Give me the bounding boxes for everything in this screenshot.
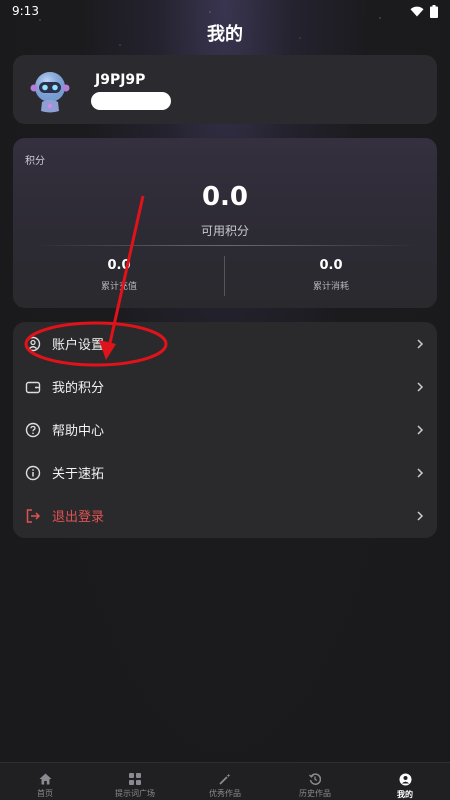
tab-mine[interactable]: 我的	[360, 763, 450, 800]
recharge-value: 0.0	[107, 258, 131, 273]
chevron-right-icon	[417, 338, 424, 349]
magic-wand-icon	[218, 773, 230, 785]
consumed-stat: 0.0 累计消耗	[225, 258, 437, 292]
recharge-stat: 0.0 累计充值	[13, 258, 225, 292]
history-icon	[309, 773, 321, 785]
chevron-right-icon	[417, 467, 424, 478]
battery-icon	[430, 4, 438, 18]
page-title: 我的	[207, 24, 243, 45]
points-divider	[27, 245, 423, 246]
menu-item-label: 账户设置	[52, 338, 105, 353]
available-points-value: 0.0	[201, 182, 249, 212]
menu-item-help-center[interactable]: 帮助中心	[13, 408, 437, 451]
wallet-icon	[25, 379, 41, 395]
wifi-icon	[410, 6, 424, 16]
tab-label: 我的	[397, 790, 413, 799]
menu-item-label: 关于速拓	[52, 467, 105, 482]
available-points-label: 可用积分	[200, 224, 249, 238]
consumed-value: 0.0	[319, 258, 343, 273]
menu-item-label: 退出登录	[52, 510, 105, 525]
consumed-label: 累计消耗	[312, 282, 349, 292]
menu-item-label: 我的积分	[52, 381, 105, 396]
chevron-right-icon	[417, 381, 424, 392]
username: J9PJ9P	[95, 72, 146, 88]
logout-icon	[25, 508, 41, 524]
menu-item-logout[interactable]: 退出登录	[13, 494, 437, 537]
menu-item-label: 帮助中心	[52, 424, 105, 439]
tab-featured-works[interactable]: 优秀作品	[180, 763, 270, 800]
help-circle-icon	[25, 422, 41, 438]
tab-label: 历史作品	[299, 789, 331, 798]
menu-item-account-settings[interactable]: 账户设置	[13, 322, 437, 365]
user-gear-icon	[25, 336, 41, 352]
profile-card[interactable]: J9PJ9P	[13, 55, 437, 124]
status-time: 9:13	[12, 4, 39, 18]
status-icons	[410, 4, 438, 18]
menu-card: 账户设置 我的积分 帮助中心 关于速拓 退出登录	[13, 322, 437, 538]
tab-label: 首页	[37, 789, 53, 798]
profile-icon	[399, 773, 411, 786]
chevron-right-icon	[417, 510, 424, 521]
robot-avatar[interactable]	[25, 65, 75, 115]
tab-label: 提示词广场	[115, 789, 155, 798]
tab-label: 优秀作品	[209, 789, 241, 798]
redacted-name-pill	[91, 92, 171, 110]
points-card: 积分 0.0 可用积分 0.0 累计充值 0.0 累计消耗	[13, 138, 437, 308]
tab-prompt-plaza[interactable]: 提示词广场	[90, 763, 180, 800]
home-icon	[39, 773, 51, 785]
menu-item-about[interactable]: 关于速拓	[13, 451, 437, 494]
recharge-label: 累计充值	[100, 282, 137, 292]
status-bar: 9:13	[0, 0, 450, 22]
grid-icon	[129, 773, 141, 785]
menu-item-my-points[interactable]: 我的积分	[13, 365, 437, 408]
chevron-right-icon	[417, 424, 424, 435]
info-circle-icon	[25, 465, 41, 481]
bottom-tab-bar: 首页 提示词广场 优秀作品 历史作品 我的	[0, 762, 450, 800]
points-section-label: 积分	[25, 156, 45, 167]
tab-home[interactable]: 首页	[0, 763, 90, 800]
tab-history[interactable]: 历史作品	[270, 763, 360, 800]
